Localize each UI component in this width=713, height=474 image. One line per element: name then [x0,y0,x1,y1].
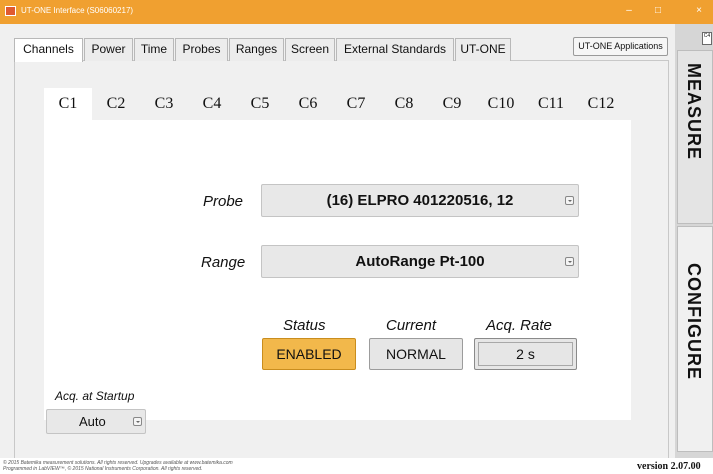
footer: © 2015 Batemika measurement solutions. A… [0,458,713,474]
channel-indicator-text: C4 [703,33,711,39]
channel-tab-c9[interactable]: C9 [428,88,476,120]
tab-channels[interactable]: Channels [14,38,83,62]
measure-button[interactable]: MEASURE [677,50,713,224]
channel-tab-c12[interactable]: C12 [576,88,626,120]
window-title: UT-ONE Interface (S06060217) [21,6,134,15]
range-label: Range [201,254,246,271]
title-bar: UT-ONE Interface (S06060217) – □ × [0,0,713,24]
acq-startup-label: Acq. at Startup [55,389,135,403]
chevron-down-icon [565,257,574,266]
range-value: AutoRange Pt-100 [355,253,485,270]
acq-startup-dropdown[interactable]: Auto [46,409,146,434]
tab-ranges[interactable]: Ranges [229,38,284,61]
acq-startup-value: Auto [79,414,106,429]
channel-tab-c5[interactable]: C5 [236,88,284,120]
channel-tab-c10[interactable]: C10 [476,88,526,120]
channel-tab-c1[interactable]: C1 [44,88,92,120]
version-label: version 2.07.00 [637,461,701,472]
probe-value: (16) ELPRO 401220516, 12 [326,192,514,209]
ut-one-applications-button[interactable]: UT-ONE Applications [573,37,668,56]
chevron-down-icon [565,196,574,205]
channel-tab-c7[interactable]: C7 [332,88,380,120]
tab-power[interactable]: Power [84,38,133,61]
copyright-line-2: Programmed in LabVIEW™, © 2015 National … [3,466,203,472]
status-label: Status [283,317,326,334]
tab-probes[interactable]: Probes [175,38,228,61]
acq-rate-label: Acq. Rate [486,317,552,334]
channel-tab-c4[interactable]: C4 [188,88,236,120]
measure-label: MEASURE [684,63,704,161]
channel-tab-c3[interactable]: C3 [140,88,188,120]
tab-ut-one[interactable]: UT-ONE [455,38,511,61]
status-button[interactable]: ENABLED [262,338,356,370]
current-label: Current [386,317,437,334]
probe-label: Probe [203,193,244,210]
configure-button[interactable]: CONFIGURE [677,226,713,452]
channel-indicator-icon: C4 [702,32,712,45]
configure-label: CONFIGURE [684,263,704,380]
tab-screen[interactable]: Screen [285,38,335,61]
tab-time[interactable]: Time [134,38,174,61]
close-button[interactable]: × [690,3,708,19]
current-button[interactable]: NORMAL [369,338,463,370]
probe-dropdown[interactable]: (16) ELPRO 401220516, 12 [261,184,579,217]
channel-tab-c2[interactable]: C2 [92,88,140,120]
app-logo-icon [5,6,16,16]
channel-tab-c8[interactable]: C8 [380,88,428,120]
channel-tab-c6[interactable]: C6 [284,88,332,120]
maximize-button[interactable]: □ [649,3,667,19]
channel-tab-c11[interactable]: C11 [526,88,576,120]
tab-external-standards[interactable]: External Standards [336,38,454,61]
range-dropdown[interactable]: AutoRange Pt-100 [261,245,579,278]
minimize-button[interactable]: – [620,3,638,19]
chevron-down-icon [133,417,142,426]
acq-rate-field[interactable]: 2 s [474,338,577,370]
